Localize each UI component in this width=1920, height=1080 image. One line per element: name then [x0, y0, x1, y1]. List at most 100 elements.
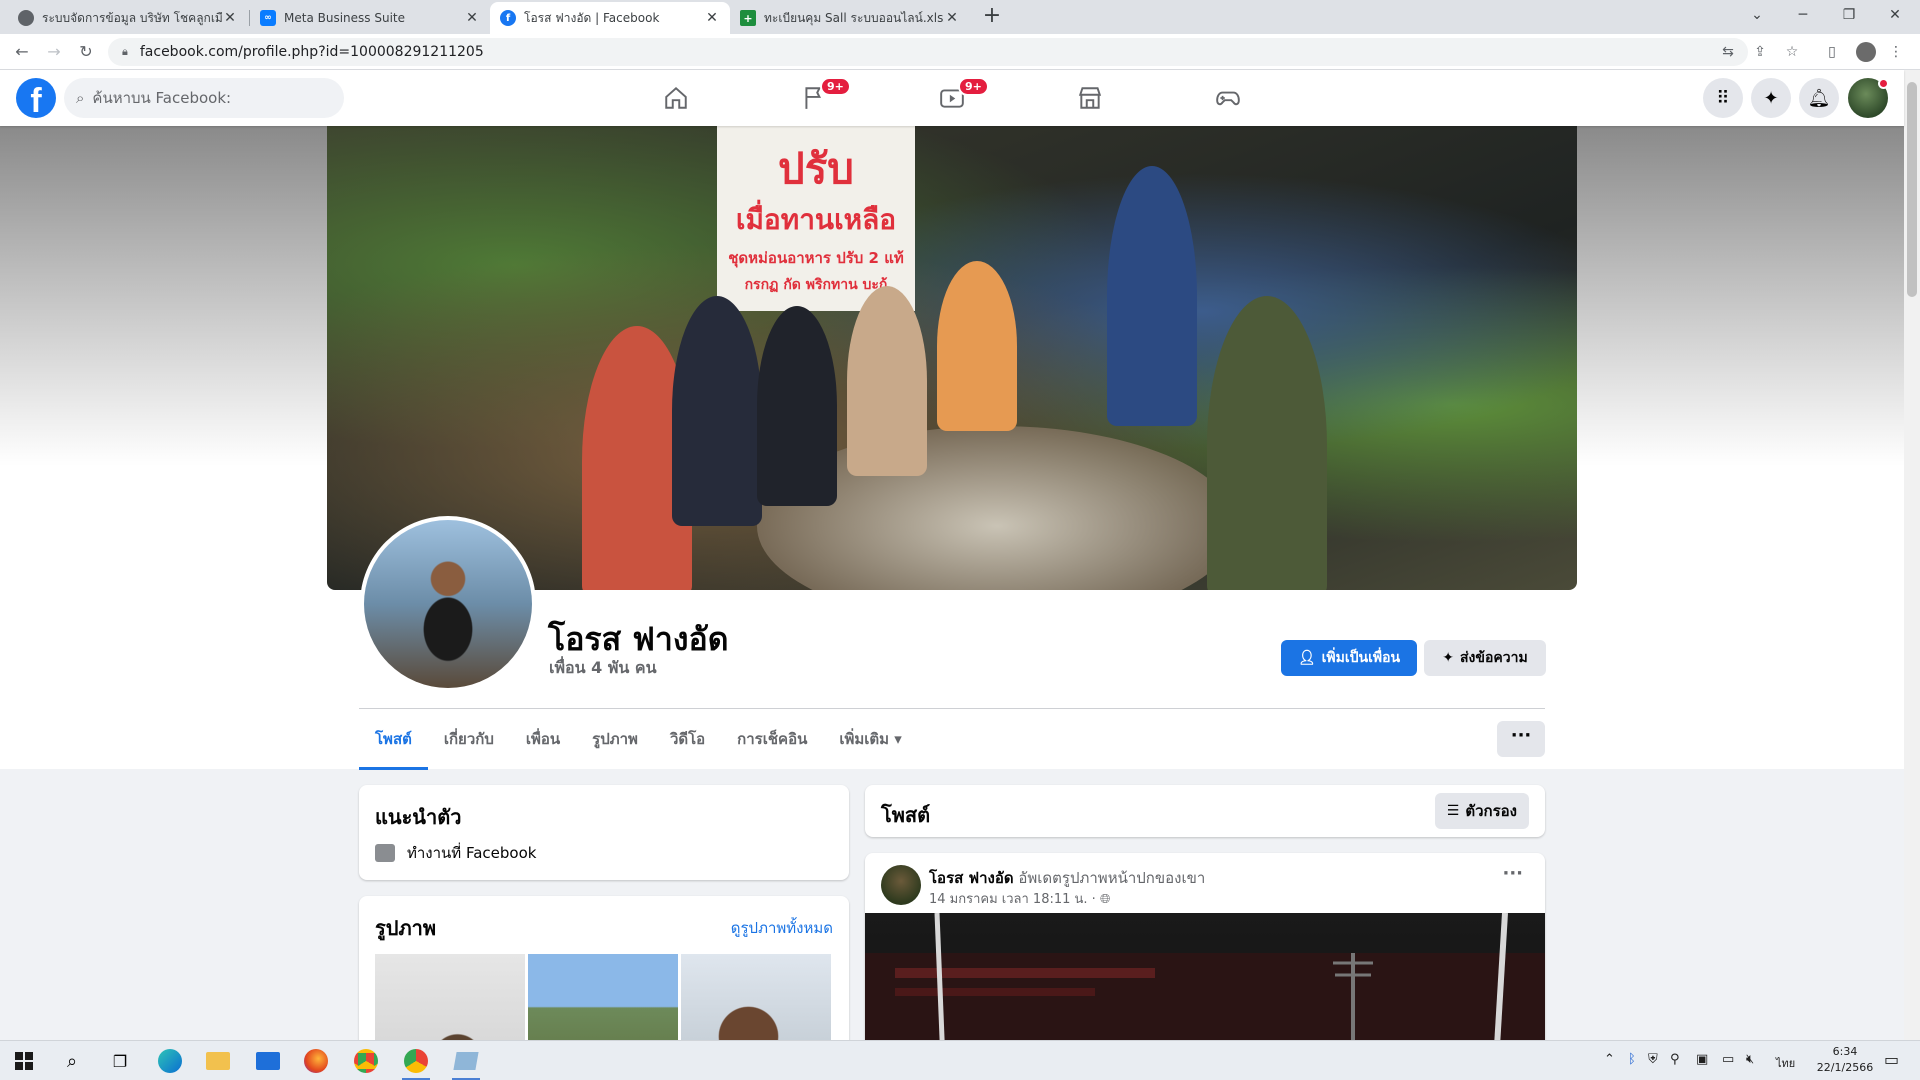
usb-icon[interactable]: ⚲: [1670, 1052, 1680, 1067]
globe-icon: 🌐︎: [1099, 892, 1111, 907]
friend-count[interactable]: เพื่อน 4 พัน คน: [549, 656, 657, 681]
bluetooth-icon[interactable]: ᛒ: [1628, 1052, 1636, 1067]
bookmark-star-icon[interactable]: ☆: [1782, 42, 1802, 62]
network-icon[interactable]: ▭: [1722, 1052, 1734, 1067]
shield-icon[interactable]: ⛨: [1648, 1052, 1658, 1067]
start-button[interactable]: [0, 1041, 48, 1080]
profile-avatar-icon[interactable]: [1856, 42, 1876, 62]
translate-icon[interactable]: ⇆: [1718, 42, 1738, 62]
post-timestamp[interactable]: 14 มกราคม เวลา 18:11 น. · 🌐︎: [929, 888, 1110, 909]
browser-tab[interactable]: + ทะเบียนคุม Sall ระบบออนไลน์.xlsx - G ✕: [730, 2, 970, 34]
sign-text: ชุดหม่อนอาหาร ปรับ 2 แท้: [728, 249, 904, 267]
mail-icon[interactable]: [244, 1041, 292, 1080]
facebook-search[interactable]: ⌕: [64, 78, 344, 118]
profile-more-button[interactable]: ···: [1497, 721, 1545, 757]
home-icon: [665, 86, 687, 109]
cover-photo[interactable]: ปรับ เมื่อทานเหลือ ชุดหม่อนอาหาร ปรับ 2 …: [327, 126, 1577, 590]
messenger-icon[interactable]: ✦: [1751, 78, 1791, 118]
posts-header-card: โพสต์ ☰ ตัวกรอง: [865, 785, 1545, 837]
minimize-button[interactable]: ─: [1780, 0, 1826, 30]
notification-center-icon[interactable]: ▭: [1884, 1050, 1899, 1069]
filter-button[interactable]: ☰ ตัวกรอง: [1434, 793, 1529, 829]
task-view-icon[interactable]: ❐: [96, 1041, 144, 1080]
windows-taskbar: ⌕ ❐ ⌃ ᛒ ⛨ ⚲ ▣ ▭ 🔇︎ ไทย 6:34 22/1/2566 ▭: [0, 1040, 1920, 1080]
restore-button[interactable]: ❐: [1826, 0, 1872, 30]
nav-home[interactable]: [620, 70, 732, 126]
forward-button[interactable]: →: [42, 40, 66, 64]
tab-title: Meta Business Suite: [284, 11, 405, 25]
tray-chevron-icon[interactable]: ⌃: [1604, 1052, 1615, 1067]
search-input[interactable]: [92, 89, 313, 107]
menu-grid-icon[interactable]: ⠿: [1703, 78, 1743, 118]
chrome-profile-icon[interactable]: [392, 1041, 440, 1080]
tab-about[interactable]: เกี่ยวกับ: [428, 714, 510, 770]
search-icon[interactable]: ⌕: [48, 1041, 96, 1080]
new-tab-button[interactable]: +: [978, 5, 1006, 29]
intro-work-row: ทำงานที่ Facebook: [375, 841, 536, 865]
facebook-icon: f: [500, 10, 516, 26]
post-header-line: โอรส ฟางอัด อัพเดตรูปภาพหน้าปกของเขา: [929, 866, 1205, 890]
nav-pages[interactable]: 9+: [758, 70, 870, 126]
chrome-icon[interactable]: [342, 1041, 390, 1080]
tab-title: ระบบจัดการข้อมูล บริษัท โชคลูกเมือต -: [42, 10, 222, 25]
close-window-button[interactable]: ✕: [1872, 0, 1918, 30]
add-friend-label: เพิ่มเป็นเพื่อน: [1321, 650, 1401, 666]
nav-watch[interactable]: 9+: [896, 70, 1008, 126]
tab-photos[interactable]: รูปภาพ: [576, 714, 654, 770]
browser-tab-strip: ระบบจัดการข้อมูล บริษัท โชคลูกเมือต - ✕ …: [0, 0, 1920, 34]
volume-icon[interactable]: 🔇︎: [1746, 1052, 1754, 1067]
clock[interactable]: 6:34 22/1/2566: [1814, 1044, 1876, 1076]
photos-title: รูปภาพ: [375, 916, 437, 940]
share-icon[interactable]: ⇪: [1750, 42, 1770, 62]
browser-tab[interactable]: ∞ Meta Business Suite ✕: [250, 2, 490, 34]
tab-more[interactable]: เพิ่มเติม ▾: [823, 714, 917, 770]
app-window-icon[interactable]: [442, 1041, 490, 1080]
lock-icon: 🔒︎: [122, 45, 128, 58]
send-message-button[interactable]: ✦ ส่งข้อความ: [1424, 640, 1546, 676]
briefcase-icon: [375, 844, 395, 862]
tab-close-icon[interactable]: ✕: [704, 10, 720, 26]
tab-friends[interactable]: เพื่อน: [510, 714, 576, 770]
profile-picture[interactable]: [360, 516, 536, 692]
search-icon: ⌕: [76, 89, 85, 107]
work-text: ทำงานที่ Facebook: [407, 844, 537, 862]
side-panel-icon[interactable]: ▯: [1822, 42, 1842, 62]
browser-tab-active[interactable]: f โอรส ฟางอัด | Facebook ✕: [490, 2, 730, 34]
scrollbar-thumb[interactable]: [1907, 82, 1917, 297]
browser-tab[interactable]: ระบบจัดการข้อมูล บริษัท โชคลูกเมือต - ✕: [8, 2, 248, 34]
tab-close-icon[interactable]: ✕: [944, 10, 960, 26]
intro-card: แนะนำตัว ทำงานที่ Facebook: [359, 785, 849, 880]
reload-button[interactable]: ↻: [74, 40, 98, 64]
gamepad-icon: [1216, 91, 1240, 106]
notification-badge: 9+: [958, 77, 989, 96]
post-author-avatar[interactable]: [881, 865, 921, 905]
sign-text: ปรับ: [778, 144, 854, 193]
notifications-bell-icon[interactable]: 🔔︎: [1799, 78, 1839, 118]
display-icon[interactable]: ▣: [1696, 1052, 1708, 1067]
add-friend-button[interactable]: 👤︎ เพิ่มเป็นเพื่อน: [1281, 640, 1417, 676]
edge-icon[interactable]: [146, 1041, 194, 1080]
nav-marketplace[interactable]: [1034, 70, 1146, 126]
post-options-button[interactable]: ···: [1502, 863, 1523, 884]
intro-title: แนะนำตัว: [375, 805, 462, 829]
profile-tabs: โพสต์ เกี่ยวกับ เพื่อน รูปภาพ วิดีโอ การ…: [359, 714, 918, 770]
tab-close-icon[interactable]: ✕: [222, 10, 238, 26]
globe-icon: [18, 10, 34, 26]
facebook-logo[interactable]: f: [16, 78, 56, 118]
post-action-text: อัพเดตรูปภาพหน้าปกของเขา: [1018, 869, 1206, 887]
nav-gaming[interactable]: [1172, 70, 1284, 126]
file-explorer-icon[interactable]: [194, 1041, 242, 1080]
tab-close-icon[interactable]: ✕: [464, 10, 480, 26]
back-button[interactable]: ←: [10, 40, 34, 64]
tab-search-icon[interactable]: ⌄: [1734, 0, 1780, 30]
chrome-menu-icon[interactable]: ⋮: [1886, 42, 1906, 62]
tab-videos[interactable]: วิดีโอ: [654, 714, 721, 770]
tab-posts[interactable]: โพสต์: [359, 714, 428, 770]
firefox-icon[interactable]: [292, 1041, 340, 1080]
see-all-photos-link[interactable]: ดูรูปภาพทั้งหมด: [731, 916, 833, 940]
address-bar[interactable]: 🔒︎ facebook.com/profile.php?id=100008291…: [108, 38, 1748, 66]
language-indicator[interactable]: ไทย: [1776, 1054, 1795, 1072]
post-author-name[interactable]: โอรส ฟางอัด: [929, 869, 1014, 887]
url-text: facebook.com/profile.php?id=100008291211…: [139, 44, 484, 60]
tab-checkins[interactable]: การเช็คอิน: [721, 714, 823, 770]
